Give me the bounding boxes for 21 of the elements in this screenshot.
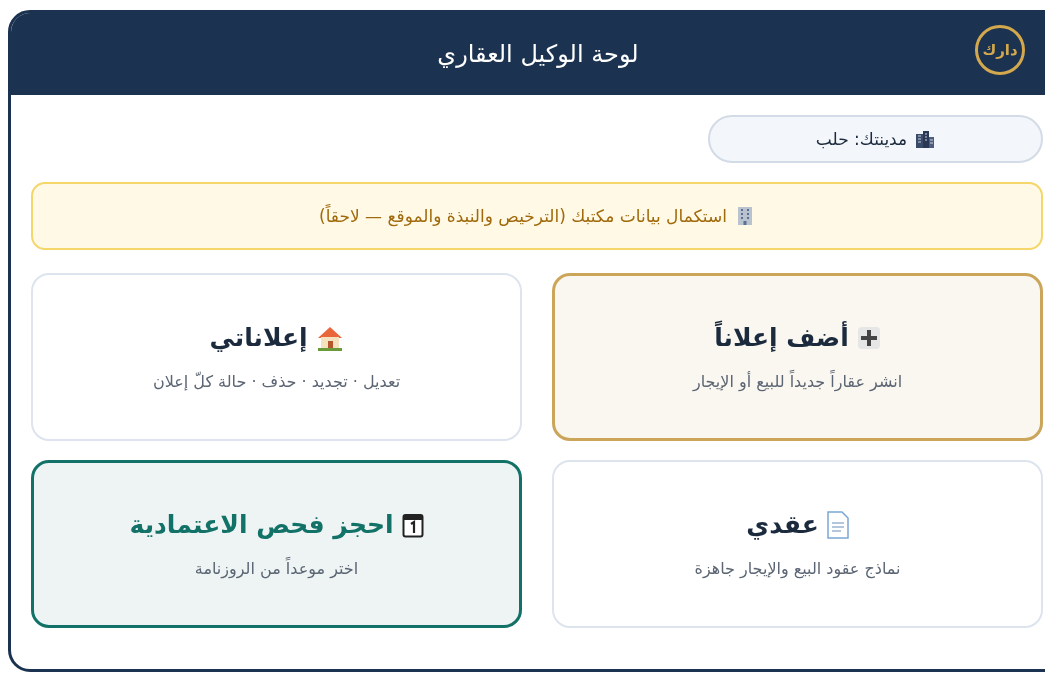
card-subtitle: نماذج عقود البيع والإيجار جاهزة — [694, 559, 901, 578]
action-card[interactable]: احجز فحص الاعتمادية اختر موعداً من الروزنامة — [31, 460, 522, 628]
document-icon — [826, 510, 849, 539]
action-card[interactable]: إعلاناتي تعديل · تجديد · حذف · حالة كلّ إعلان — [31, 273, 522, 441]
plus-icon — [856, 325, 881, 350]
card-subtitle: انشر عقاراً جديداً للبيع أو الإيجار — [692, 372, 903, 391]
city-pill[interactable]: مدينتك: حلب — [708, 115, 1043, 163]
card-subtitle: اختر موعداً من الروزنامة — [194, 559, 359, 578]
city-buildings-icon — [915, 129, 936, 149]
city-label: مدينتك: حلب — [815, 129, 908, 149]
card-title: احجز فحص الاعتمادية — [129, 510, 394, 539]
action-card[interactable]: أضف إعلاناً انشر عقاراً جديداً للبيع أو الإيجار — [552, 273, 1043, 441]
card-title: إعلاناتي — [209, 323, 308, 352]
house-icon — [315, 324, 344, 351]
card-subtitle: تعديل · تجديد · حذف · حالة كلّ إعلان — [152, 372, 401, 391]
logo-badge: دارك — [975, 25, 1025, 75]
notice-text: استكمال بيانات مكتبك (الترخيص والنبذة والموقع — لاحقاً) — [319, 206, 727, 226]
card-title: عقدي — [746, 510, 819, 539]
calendar-icon — [401, 511, 424, 538]
page-title: لوحة الوكيل العقاري — [437, 40, 639, 68]
action-card[interactable]: عقدي نماذج عقود البيع والإيجار جاهزة — [552, 460, 1043, 628]
